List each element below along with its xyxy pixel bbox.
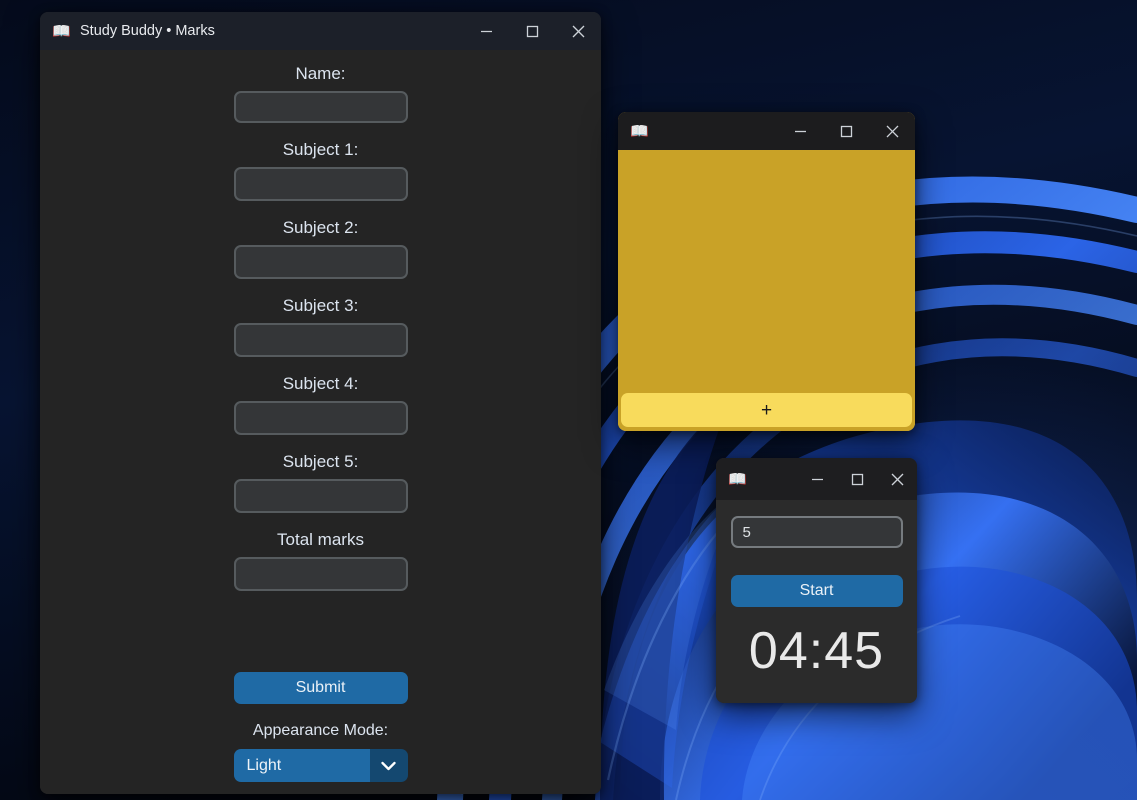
submit-button[interactable]: Submit: [233, 672, 408, 704]
appearance-mode-select[interactable]: Light: [233, 749, 408, 782]
open-book-icon: 📖: [52, 22, 71, 40]
yellow-notes-window[interactable]: 📖 +: [618, 112, 915, 431]
yellow-titlebar[interactable]: 📖: [618, 112, 915, 150]
desktop: 📖 Study Buddy • Marks Name: Subject 1: S…: [0, 0, 1137, 800]
close-button[interactable]: [877, 458, 917, 500]
countdown-display: 04:45: [748, 622, 885, 680]
label-subject-2: Subject 2:: [282, 218, 359, 237]
label-subject-3: Subject 3:: [282, 296, 359, 315]
minimize-button[interactable]: [463, 12, 509, 50]
appearance-mode-label: Appearance Mode:: [252, 722, 389, 739]
timer-minutes-input[interactable]: 5: [730, 516, 903, 548]
label-subject-4: Subject 4:: [282, 374, 359, 393]
timer-titlebar[interactable]: 📖: [716, 458, 917, 500]
subject-3-input[interactable]: [233, 323, 408, 357]
close-button[interactable]: [555, 12, 601, 50]
subject-5-input[interactable]: [233, 479, 408, 513]
name-input[interactable]: [233, 91, 408, 123]
marks-form: Name: Subject 1: Subject 2: Subject 3: S…: [40, 50, 601, 794]
maximize-button[interactable]: [823, 112, 869, 150]
maximize-button[interactable]: [837, 458, 877, 500]
maximize-button[interactable]: [509, 12, 555, 50]
timer-panel: 5 Start 04:45: [716, 500, 917, 703]
marks-titlebar[interactable]: 📖 Study Buddy • Marks: [40, 12, 601, 50]
minimize-button[interactable]: [797, 458, 837, 500]
subject-4-input[interactable]: [233, 401, 408, 435]
label-name: Name:: [295, 64, 346, 83]
study-buddy-marks-window[interactable]: 📖 Study Buddy • Marks Name: Subject 1: S…: [40, 12, 601, 794]
chevron-down-icon[interactable]: [369, 749, 408, 782]
start-button[interactable]: Start: [730, 575, 903, 607]
timer-window[interactable]: 📖 5 Start 04:45: [716, 458, 917, 703]
label-subject-5: Subject 5:: [282, 452, 359, 471]
open-book-icon: 📖: [728, 470, 747, 488]
subject-1-input[interactable]: [233, 167, 408, 201]
minimize-button[interactable]: [777, 112, 823, 150]
appearance-mode-value: Light: [233, 749, 370, 782]
close-button[interactable]: [869, 112, 915, 150]
marks-window-title: Study Buddy • Marks: [80, 23, 215, 39]
add-button[interactable]: +: [621, 393, 912, 427]
subject-2-input[interactable]: [233, 245, 408, 279]
label-subject-1: Subject 1:: [282, 140, 359, 159]
yellow-canvas: +: [618, 150, 915, 431]
total-marks-input[interactable]: [233, 557, 408, 591]
open-book-icon: 📖: [630, 122, 649, 140]
label-total-marks: Total marks: [277, 530, 364, 549]
